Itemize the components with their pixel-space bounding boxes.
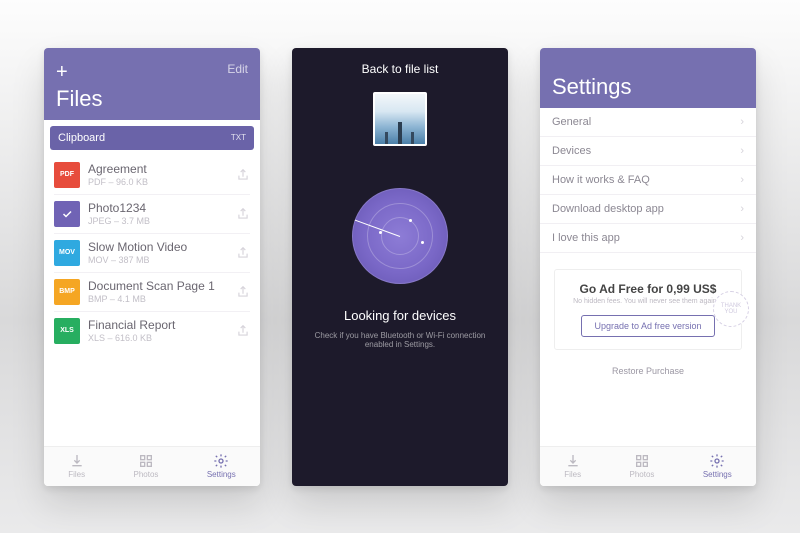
row-label: I love this app [552,232,620,244]
file-info: Agreement PDF – 96.0 KB [88,162,228,186]
settings-list: General › Devices › How it works & FAQ › Do… [540,108,756,446]
tab-label: Settings [207,470,236,479]
tab-label: Photos [134,470,159,479]
tab-settings[interactable]: Settings [703,453,732,479]
add-icon[interactable]: + [56,62,248,82]
file-row[interactable]: XLS Financial Report XLS – 616.0 KB [44,312,260,350]
upgrade-button[interactable]: Upgrade to Ad free version [581,315,714,337]
clipboard-label: Clipboard [58,132,105,144]
files-header: + Edit Files [44,48,260,120]
file-name: Document Scan Page 1 [88,279,228,293]
mov-icon: MOV [54,240,80,266]
back-button[interactable]: Back to file list [292,48,508,86]
clipboard-bar[interactable]: Clipboard TXT [50,126,254,150]
tab-settings[interactable]: Settings [207,453,236,479]
discovery-screen: Back to file list Looking for devices Ch… [292,48,508,486]
file-meta: JPEG – 3.7 MB [88,216,228,226]
row-label: Download desktop app [552,203,664,215]
grid-icon [138,453,154,469]
pdf-icon: PDF [54,162,80,188]
radar-needle [355,219,400,236]
tab-photos[interactable]: Photos [630,453,655,479]
tab-label: Settings [703,470,732,479]
settings-screen: Settings General › Devices › How it works … [540,48,756,486]
file-name: Agreement [88,162,228,176]
file-info: Document Scan Page 1 BMP – 4.1 MB [88,279,228,303]
hint-text: Check if you have Bluetooth or Wi-Fi con… [292,331,508,349]
share-icon[interactable] [236,285,250,299]
chevron-right-icon: › [740,145,744,157]
radar-icon [352,188,448,284]
file-meta: PDF – 96.0 KB [88,177,228,187]
download-icon [565,453,581,469]
share-icon[interactable] [236,207,250,221]
promo-title: Go Ad Free for 0,99 US$ [567,282,729,296]
chevron-right-icon: › [740,116,744,128]
file-info: Photo1234 JPEG – 3.7 MB [88,201,228,225]
settings-row-desktop[interactable]: Download desktop app › [540,195,756,224]
xls-icon: XLS [54,318,80,344]
files-title: Files [56,86,248,112]
file-thumbnail[interactable] [373,92,427,146]
tab-files[interactable]: Files [564,453,581,479]
bmp-icon: BMP [54,279,80,305]
file-name: Financial Report [88,318,228,332]
file-info: Financial Report XLS – 616.0 KB [88,318,228,342]
row-label: How it works & FAQ [552,174,650,186]
settings-row-love[interactable]: I love this app › [540,224,756,253]
settings-row-faq[interactable]: How it works & FAQ › [540,166,756,195]
edit-button[interactable]: Edit [227,62,248,76]
files-screen: + Edit Files Clipboard TXT PDF Agreement… [44,48,260,486]
radar-container [292,188,508,284]
file-row[interactable]: PDF Agreement PDF – 96.0 KB [44,156,260,194]
file-meta: MOV – 387 MB [88,255,228,265]
file-name: Photo1234 [88,201,228,215]
radar-dot [409,219,412,222]
thankyou-stamp-icon: THANK YOU [713,291,749,327]
chevron-right-icon: › [740,203,744,215]
row-label: General [552,116,591,128]
chevron-right-icon: › [740,174,744,186]
share-icon[interactable] [236,246,250,260]
file-row[interactable]: MOV Slow Motion Video MOV – 387 MB [44,234,260,272]
tab-label: Photos [630,470,655,479]
status-text: Looking for devices [292,308,508,323]
share-icon[interactable] [236,168,250,182]
file-info: Slow Motion Video MOV – 387 MB [88,240,228,264]
clipboard-badge: TXT [231,133,246,142]
tab-label: Files [564,470,581,479]
restore-purchase-button[interactable]: Restore Purchase [540,366,756,376]
settings-title: Settings [552,74,744,100]
file-row[interactable]: Photo1234 JPEG – 3.7 MB [44,195,260,233]
adfree-promo: Go Ad Free for 0,99 US$ No hidden fees. … [554,269,742,350]
tab-label: Files [68,470,85,479]
files-list: PDF Agreement PDF – 96.0 KB Photo1234 JP… [44,150,260,446]
grid-icon [634,453,650,469]
download-icon [69,453,85,469]
tab-bar: Files Photos Settings [540,446,756,486]
file-row[interactable]: BMP Document Scan Page 1 BMP – 4.1 MB [44,273,260,311]
check-icon [54,201,80,227]
settings-row-devices[interactable]: Devices › [540,137,756,166]
tab-files[interactable]: Files [68,453,85,479]
file-meta: BMP – 4.1 MB [88,294,228,304]
gear-icon [213,453,229,469]
radar-dot [379,231,382,234]
gear-icon [709,453,725,469]
promo-subtitle: No hidden fees. You will never see them … [567,298,729,305]
tab-photos[interactable]: Photos [134,453,159,479]
file-name: Slow Motion Video [88,240,228,254]
share-icon[interactable] [236,324,250,338]
radar-dot [421,241,424,244]
settings-header: Settings [540,48,756,108]
settings-row-general[interactable]: General › [540,108,756,137]
tab-bar: Files Photos Settings [44,446,260,486]
file-meta: XLS – 616.0 KB [88,333,228,343]
row-label: Devices [552,145,591,157]
chevron-right-icon: › [740,232,744,244]
